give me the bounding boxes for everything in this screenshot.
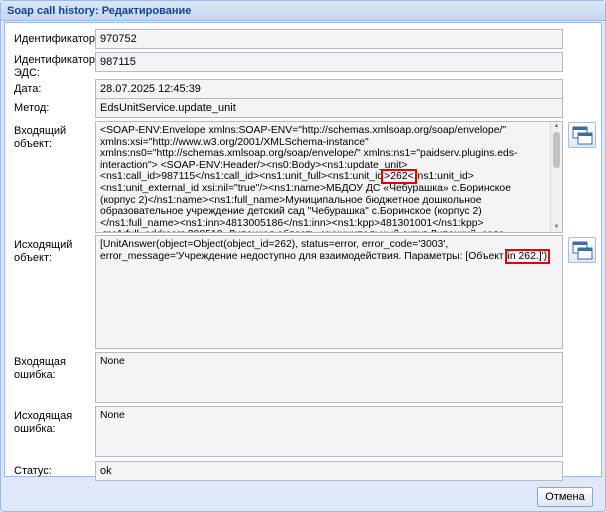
scroll-thumb[interactable] <box>553 132 560 168</box>
window-title: Soap call history: Редактирование <box>7 5 192 17</box>
scroll-up-icon[interactable]: ▲ <box>551 122 562 131</box>
outgoing-object-text: [UnitAnswer(object=Object(object_id=262)… <box>100 239 551 264</box>
edit-window: Soap call history: Редактирование Иденти… <box>0 0 606 512</box>
incoming-error-label: Входящая ошибка: <box>14 356 66 381</box>
window-expand-icon <box>572 241 593 260</box>
incoming-object-label: Входящий объект: <box>14 125 67 150</box>
incoming-error-field[interactable]: None <box>95 352 563 403</box>
method-field[interactable]: EdsUnitService.update_unit <box>95 98 563 118</box>
outgoing-highlight: in 262.]') <box>504 248 551 264</box>
outgoing-error-text: None <box>100 410 125 421</box>
cancel-button[interactable]: Отмена <box>537 487 593 507</box>
date-field[interactable]: 28.07.2025 12:45:39 <box>95 79 563 99</box>
id-field[interactable]: 970752 <box>95 29 563 49</box>
outgoing-expand-button[interactable] <box>568 237 596 263</box>
eds-id-label: Идентификатор ЭДС: <box>14 54 95 79</box>
incoming-highlight: >262< <box>381 169 417 185</box>
form-panel: Идентификатор: 970752 Идентификатор ЭДС:… <box>4 22 602 481</box>
window-expand-icon <box>572 126 593 145</box>
method-label: Метод: <box>14 102 50 114</box>
incoming-expand-button[interactable] <box>568 122 596 148</box>
outgoing-error-label: Исходящая ошибка: <box>14 410 73 435</box>
date-label: Дата: <box>14 83 42 95</box>
incoming-object-field[interactable]: <SOAP-ENV:Envelope xmlns:SOAP-ENV="http:… <box>95 121 563 233</box>
incoming-object-text: <SOAP-ENV:Envelope xmlns:SOAP-ENV="http:… <box>100 125 518 232</box>
status-field[interactable]: ok <box>95 461 563 481</box>
outgoing-object-field[interactable]: [UnitAnswer(object=Object(object_id=262)… <box>95 235 563 349</box>
outgoing-object-label: Исходящий объект: <box>14 239 73 264</box>
window-titlebar[interactable]: Soap call history: Редактирование <box>1 1 605 21</box>
scroll-down-icon[interactable]: ▼ <box>551 223 562 232</box>
eds-id-field[interactable]: 987115 <box>95 52 563 72</box>
incoming-error-text: None <box>100 356 125 367</box>
incoming-scrollbar[interactable]: ▲ ▼ <box>550 122 562 232</box>
outgoing-error-field[interactable]: None <box>95 406 563 457</box>
status-label: Статус: <box>14 465 52 477</box>
id-label: Идентификатор: <box>14 33 99 45</box>
